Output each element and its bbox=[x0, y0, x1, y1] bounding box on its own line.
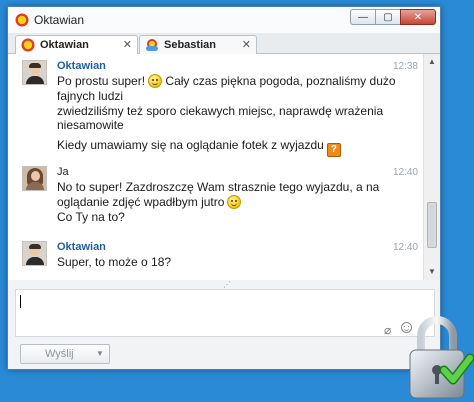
chat-window: Oktawian — ▢ ✕ Oktawian ✕ Sebastian ✕ Ok… bbox=[7, 6, 441, 370]
smiley-emoji-icon bbox=[227, 195, 242, 209]
scroll-thumb[interactable] bbox=[427, 202, 437, 248]
sun-cloud-icon bbox=[146, 39, 158, 51]
message-line: niesamowite bbox=[57, 118, 124, 132]
message-sender[interactable]: Oktawian bbox=[57, 241, 106, 253]
avatar bbox=[22, 241, 47, 266]
chevron-down-icon[interactable]: ▼ bbox=[96, 349, 104, 358]
message-sender: Ja bbox=[57, 166, 69, 178]
text-caret bbox=[20, 295, 21, 308]
message-line: zwiedziliśmy też sporo ciekawych miejsc,… bbox=[57, 104, 384, 118]
message-time: 12:40 bbox=[392, 167, 418, 178]
message-line: Super, to może o 18? bbox=[57, 255, 172, 269]
message-time: 12:40 bbox=[392, 242, 418, 253]
tab-bar: Oktawian ✕ Sebastian ✕ bbox=[8, 33, 440, 55]
sun-icon bbox=[21, 38, 35, 52]
send-button-label: Wyślij bbox=[45, 348, 74, 360]
chat-scrollbar[interactable]: ▲ ▼ bbox=[423, 54, 440, 280]
question-emoji-icon: ? bbox=[326, 143, 341, 157]
message-time: 12:38 bbox=[392, 61, 418, 72]
tab-close-icon[interactable]: ✕ bbox=[242, 38, 251, 51]
sun-icon bbox=[15, 13, 29, 27]
scroll-up-icon[interactable]: ▲ bbox=[424, 54, 440, 70]
send-button[interactable]: Wyślij ▼ bbox=[20, 344, 110, 364]
message-line: Co Ty na to? bbox=[57, 210, 125, 224]
message-sender[interactable]: Oktawian bbox=[57, 60, 106, 72]
message-line: Kiedy umawiamy się na oglądanie fotek z … bbox=[57, 138, 341, 157]
resize-grip[interactable]: ⋰ bbox=[223, 280, 232, 289]
attach-icon[interactable]: ⌀ bbox=[384, 323, 391, 337]
tab-oktawian[interactable]: Oktawian ✕ bbox=[15, 35, 138, 55]
tab-close-icon[interactable]: ✕ bbox=[123, 38, 132, 51]
smiley-emoji-icon bbox=[148, 74, 163, 88]
minimize-button[interactable]: — bbox=[350, 9, 376, 25]
tab-sebastian[interactable]: Sebastian ✕ bbox=[139, 35, 257, 54]
tab-label: Sebastian bbox=[164, 39, 216, 51]
close-button[interactable]: ✕ bbox=[400, 9, 436, 25]
scroll-down-icon[interactable]: ▼ bbox=[424, 264, 440, 280]
padlock-icon bbox=[409, 316, 474, 399]
avatar bbox=[22, 60, 47, 85]
avatar bbox=[22, 166, 47, 191]
tab-label: Oktawian bbox=[40, 39, 89, 51]
message-line: fajnych ludzi bbox=[57, 89, 124, 103]
window-title: Oktawian bbox=[34, 13, 85, 27]
message-line: oglądanie zdjęć wpadłbym jutro bbox=[57, 195, 242, 209]
maximize-button[interactable]: ▢ bbox=[375, 9, 401, 25]
message-input[interactable] bbox=[15, 289, 435, 337]
message-line: Po prostu super! Cały czas piękna pogoda… bbox=[57, 74, 396, 88]
title-bar: Oktawian — ▢ ✕ bbox=[8, 7, 440, 34]
message-line: No to super! Zazdroszczę Wam strasznie t… bbox=[57, 180, 380, 194]
chat-history: Oktawian 12:38 Po prostu super! Cały cza… bbox=[8, 54, 423, 280]
